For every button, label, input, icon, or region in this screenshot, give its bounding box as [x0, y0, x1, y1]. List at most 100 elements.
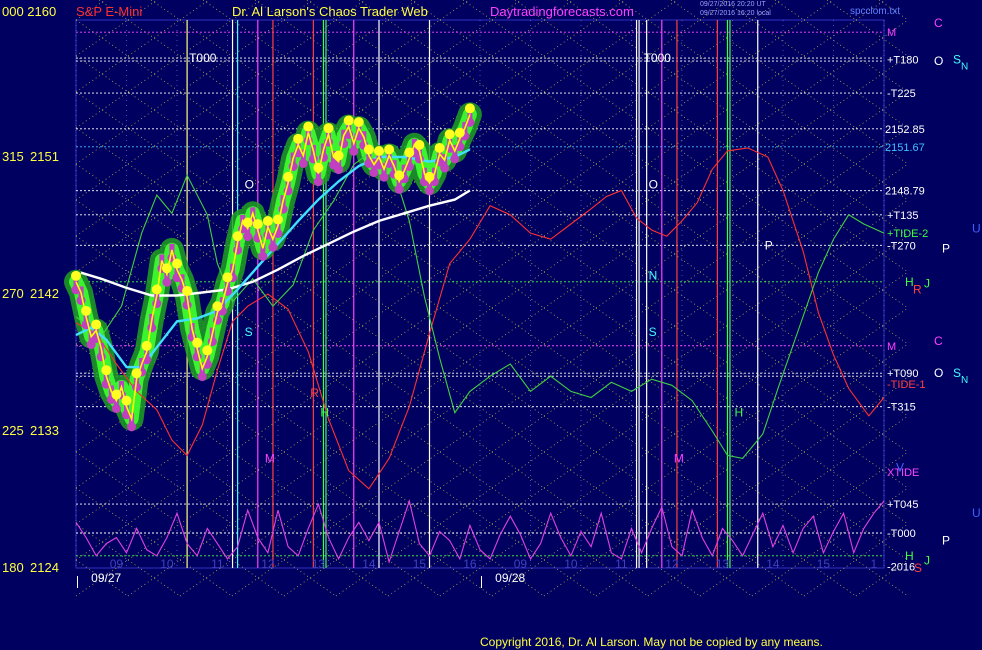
price-bar-low	[450, 154, 460, 164]
price-bar-low	[379, 172, 389, 182]
price-point	[273, 214, 283, 225]
price-point	[343, 115, 354, 126]
chart-annotation: S	[649, 325, 657, 339]
chart-annotation: P	[765, 238, 773, 252]
price-bar-low	[425, 186, 434, 196]
price-point	[333, 150, 344, 161]
far-right-label: R	[913, 282, 922, 296]
right-label: +TIDE-2	[887, 228, 928, 240]
price-bar-low	[334, 165, 344, 175]
left-scale-angle: 180	[2, 560, 24, 575]
price-bar-low	[298, 158, 308, 168]
timestamp-ut: 09/27/2016 20:20 UT	[700, 1, 766, 8]
x-hour-label: 15	[817, 557, 831, 571]
price-point	[242, 217, 253, 228]
price-point	[212, 301, 223, 312]
chart-annotation: H	[735, 406, 744, 420]
left-scale-price: 2142	[30, 286, 59, 301]
far-right-label: J	[924, 276, 930, 290]
chart-annotation: T000	[644, 51, 672, 65]
price-point	[262, 216, 273, 227]
timestamp-local: 09/27/2016 16:20 local	[700, 10, 771, 17]
price-bar-low	[313, 177, 323, 187]
left-scale-price: 2133	[30, 423, 59, 438]
right-label: +T135	[887, 210, 919, 222]
price-bar-low	[197, 372, 207, 382]
far-right-label: C	[934, 334, 943, 348]
left-scale-price: 2151	[30, 149, 59, 164]
price-point	[444, 129, 455, 140]
price-bar-low	[440, 163, 450, 173]
price-bar-low	[349, 146, 359, 156]
left-scale-angle: 315	[2, 149, 24, 164]
x-hour-label: 09	[110, 557, 124, 571]
far-right-label: S	[953, 366, 961, 380]
price-point	[192, 337, 203, 348]
price-point	[151, 284, 162, 295]
chart-annotation: T000	[189, 51, 217, 65]
price-point	[252, 219, 263, 230]
x-hour-label: 12	[665, 557, 679, 571]
far-right-label: C	[934, 16, 943, 30]
left-scale-angle: 270	[2, 286, 24, 301]
chart-annotation: M	[265, 451, 275, 465]
far-right-label: H	[905, 549, 914, 563]
far-right-label: O	[934, 366, 943, 380]
x-hour-label: 10	[564, 557, 578, 571]
chaos-chart: 315 2151 270 2142 225 2133 180 2124 M +T180 -T225 +…	[0, 0, 982, 650]
x-hour-label: 12	[261, 557, 275, 571]
price-point	[91, 319, 102, 330]
price-bar-low	[96, 352, 106, 362]
chart-annotation: M	[674, 451, 684, 465]
far-right-label: N	[961, 62, 968, 73]
price-level-label: 2148.79	[885, 186, 925, 198]
price-level-label: 2152.85	[885, 124, 925, 136]
price-bar-low	[339, 139, 349, 149]
price-bar-low	[162, 277, 172, 287]
far-right-label: U	[972, 506, 981, 520]
instrument-label: S&P E-Mini	[76, 4, 143, 19]
price-point	[303, 121, 314, 132]
price-point	[313, 162, 324, 173]
right-label: -T000	[887, 528, 916, 540]
left-scale-angle: 225	[2, 423, 24, 438]
price-point	[71, 270, 81, 281]
far-right-label: S	[914, 561, 922, 575]
price-bar-low	[152, 299, 162, 309]
chart-annotation: O	[245, 177, 254, 191]
site-link[interactable]: Daytradingforecasts.com	[490, 4, 634, 19]
x-hour-label: 13	[312, 557, 326, 571]
left-scale-price: 2124	[30, 560, 59, 575]
price-point	[434, 142, 445, 153]
price-point	[454, 127, 465, 138]
price-bar-low	[76, 295, 86, 305]
x-hour-label: 11	[211, 557, 224, 571]
session-date-label: 09/28	[495, 571, 525, 585]
x-hour-label: 13	[716, 557, 730, 571]
price-bar-low	[258, 251, 268, 261]
copyright: Copyright 2016, Dr. Al Larson. May not b…	[480, 635, 823, 649]
price-point	[363, 144, 374, 155]
price-point	[161, 263, 172, 274]
price-point	[172, 258, 182, 269]
price-bar-low	[127, 422, 137, 432]
far-right-label: V	[896, 461, 904, 475]
price-point	[81, 305, 92, 316]
price-bar-low	[318, 152, 328, 162]
chart-title: Dr. Al Larson's Chaos Trader Web	[232, 4, 428, 19]
price-bar-low	[369, 168, 379, 178]
price-point	[464, 103, 475, 114]
price-point	[182, 286, 193, 297]
right-label: -T315	[887, 402, 916, 414]
chart-annotation: R	[310, 386, 319, 400]
chart-annotation: O	[649, 177, 658, 191]
x-hour-label: 14	[766, 557, 780, 571]
price-point	[111, 389, 122, 400]
x-hour-label: 09	[514, 557, 528, 571]
price-point	[374, 146, 384, 156]
right-label: +T180	[887, 55, 919, 67]
right-label: -T225	[887, 88, 916, 100]
price-bar-low	[233, 245, 243, 255]
price-point	[222, 272, 233, 283]
x-hour-label: 16	[463, 557, 477, 571]
